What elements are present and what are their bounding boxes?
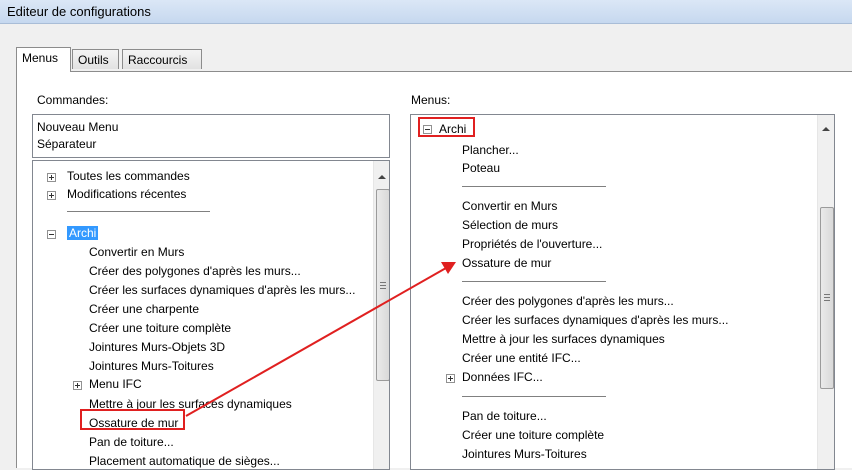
menu-tree-item[interactable]: Pan de toiture... — [462, 408, 547, 424]
menu-tree-item[interactable]: Mettre à jour les surfaces dynamiques — [462, 331, 665, 347]
menu-tree-item[interactable]: Créer des polygones d'après les murs... — [462, 293, 674, 309]
menu-tree-item[interactable]: Propriétés de l'ouverture... — [462, 236, 602, 252]
scroll-up-icon[interactable] — [378, 175, 386, 179]
menu-tree-item-ossature-de-mur[interactable]: Ossature de mur — [462, 255, 551, 271]
expand-icon[interactable] — [73, 381, 82, 390]
menu-tree-item[interactable]: Plancher... — [462, 142, 519, 158]
window-title: Editeur de configurations — [7, 4, 151, 19]
menu-tree-item[interactable]: Poteau — [462, 160, 500, 176]
menu-tree-item[interactable]: Créer une toiture complète — [462, 427, 604, 443]
menu-tree-item[interactable]: Sélection de murs — [462, 217, 558, 233]
tree-item-menu-ifc[interactable]: Menu IFC — [89, 376, 142, 392]
commands-special-list[interactable]: Nouveau Menu Séparateur — [32, 114, 390, 158]
list-item-nouveau-menu[interactable]: Nouveau Menu — [37, 119, 118, 135]
tab-outils[interactable]: Outils — [72, 49, 119, 69]
separator-line — [462, 396, 606, 397]
tab-raccourcis[interactable]: Raccourcis — [122, 49, 202, 69]
title-bar: Editeur de configurations — [0, 0, 852, 24]
tree-item[interactable]: Pan de toiture... — [89, 434, 174, 450]
menu-tree-item[interactable]: Jointures Murs-Toitures — [462, 446, 587, 462]
menus-label: Menus: — [411, 93, 451, 107]
scroll-up-icon[interactable] — [822, 127, 830, 131]
menus-tree[interactable]: Archi Plancher... Poteau Convertir en Mu… — [410, 114, 835, 470]
expand-icon[interactable] — [47, 191, 56, 200]
menu-tree-donnees-ifc[interactable]: Données IFC... — [462, 369, 543, 385]
expand-icon[interactable] — [446, 374, 455, 383]
tree-item[interactable]: Convertir en Murs — [89, 244, 184, 260]
annotation-box-archi — [418, 117, 475, 137]
scroll-thumb[interactable] — [820, 207, 834, 389]
scroll-thumb[interactable] — [376, 189, 389, 381]
expand-icon[interactable] — [47, 173, 56, 182]
annotation-box-ossature — [80, 409, 185, 430]
tree-item-archi[interactable]: Archi — [67, 225, 99, 241]
collapse-icon[interactable] — [47, 230, 56, 239]
tree-item[interactable]: Jointures Murs-Toitures — [89, 358, 214, 374]
tree-item-modifications-recentes[interactable]: Modifications récentes — [67, 186, 186, 202]
tree-item[interactable]: Créer une charpente — [89, 301, 199, 317]
commandes-label: Commandes: — [37, 93, 109, 107]
tree-item-archi-label: Archi — [67, 226, 99, 240]
scrollbar[interactable] — [373, 161, 389, 469]
list-item-separateur[interactable]: Séparateur — [37, 136, 96, 152]
tree-item[interactable]: Créer une toiture complète — [89, 320, 231, 336]
tree-item[interactable]: Jointures Murs-Objets 3D — [89, 339, 225, 355]
scrollbar[interactable] — [817, 115, 834, 469]
separator-line — [462, 281, 606, 282]
tree-item[interactable]: Créer les surfaces dynamiques d'après le… — [89, 282, 355, 298]
tab-menus[interactable]: Menus — [16, 47, 71, 72]
menu-tree-item[interactable]: Créer les surfaces dynamiques d'après le… — [462, 312, 728, 328]
menu-tree-item[interactable]: Créer une entité IFC... — [462, 350, 581, 366]
separator-line — [462, 186, 606, 187]
separator-line — [67, 211, 210, 212]
tree-item[interactable]: Créer des polygones d'après les murs... — [89, 263, 301, 279]
tree-item-toutes-commandes[interactable]: Toutes les commandes — [67, 168, 190, 184]
menu-tree-item[interactable]: Convertir en Murs — [462, 198, 557, 214]
